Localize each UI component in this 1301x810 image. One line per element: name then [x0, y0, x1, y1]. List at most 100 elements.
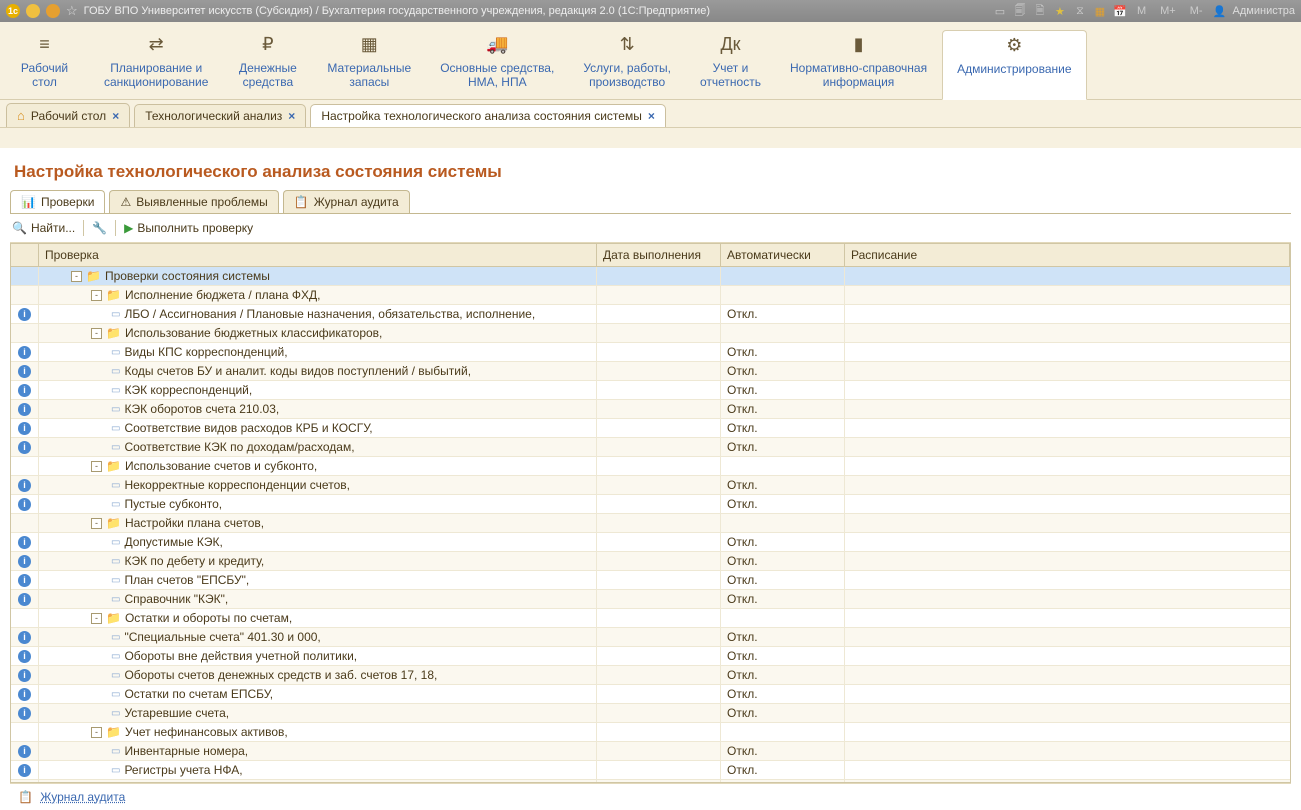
row-label: Использование бюджетных классификаторов, [125, 326, 382, 340]
expand-icon[interactable]: - [91, 328, 102, 339]
table-row[interactable]: i▭Соответствие видов расходов КРБ и КОСГ… [11, 419, 1290, 438]
grid-header-date[interactable]: Дата выполнения [597, 244, 721, 266]
nav-item-1[interactable]: ⇄Планирование исанкционирование [90, 30, 223, 99]
info-icon: i [18, 745, 31, 758]
table-row[interactable]: i▭Обороты счетов денежных средств и заб.… [11, 666, 1290, 685]
favorite-icon[interactable]: ★ [1053, 4, 1067, 18]
expand-icon[interactable]: - [91, 727, 102, 738]
audit-log-link[interactable]: Журнал аудита [40, 790, 125, 804]
nav-item-2[interactable]: ₽Денежныесредства [223, 30, 313, 99]
expand-icon[interactable]: - [91, 461, 102, 472]
audit-log-icon: 📋 [18, 790, 33, 804]
expand-icon[interactable]: - [91, 613, 102, 624]
nav-item-0[interactable]: ≡Рабочийстол [0, 30, 90, 99]
table-row[interactable]: i▭Некорректные корреспонденции счетов,От… [11, 476, 1290, 495]
table-row[interactable]: i▭Обороты вне действия учетной политики,… [11, 647, 1290, 666]
settings-icon[interactable]: 🔧 [92, 221, 107, 235]
table-row[interactable]: i▭План счетов "ЕПСБУ",Откл. [11, 571, 1290, 590]
memory-mplus-button[interactable]: M+ [1156, 5, 1180, 17]
row-label: Настройки плана счетов, [125, 516, 264, 530]
nav-item-7[interactable]: ▮Нормативно-справочнаяинформация [776, 30, 942, 99]
window-tab-2[interactable]: Настройка технологического анализа состо… [310, 104, 666, 127]
star-icon[interactable]: ☆ [66, 3, 78, 19]
memory-mminus-button[interactable]: M- [1186, 5, 1207, 17]
window-tab-label: Рабочий стол [31, 109, 106, 123]
window-tab-0[interactable]: ⌂Рабочий стол× [6, 103, 130, 127]
row-label-cell: -📁Учет нефинансовых активов, [39, 723, 597, 741]
nav-item-3[interactable]: ▦Материальныезапасы [313, 30, 426, 99]
row-date-cell [597, 666, 721, 684]
table-row[interactable]: -📁Учет нефинансовых активов, [11, 723, 1290, 742]
window-tab-label: Технологический анализ [145, 109, 282, 123]
table-row[interactable]: i▭КЭК по дебету и кредиту,Откл. [11, 552, 1290, 571]
nav-label: Администрирование [957, 62, 1071, 76]
table-row[interactable]: -📁 Использование бюджетных классификаторо… [11, 324, 1290, 343]
window-button-2[interactable] [46, 4, 60, 18]
info-icon: i [18, 422, 31, 435]
memory-m-button[interactable]: M [1133, 5, 1150, 17]
table-row[interactable]: i▭Остатки по счетам ЕПСБУ,Откл. [11, 685, 1290, 704]
expand-icon[interactable]: - [91, 290, 102, 301]
tool-icon-3[interactable]: 🗎 [1033, 4, 1047, 18]
close-icon[interactable]: × [288, 109, 295, 123]
close-icon[interactable]: × [648, 109, 655, 123]
table-row[interactable]: -📁Настройки плана счетов, [11, 514, 1290, 533]
row-label-cell: -📁Проверки состояния системы [39, 267, 597, 285]
table-row[interactable]: i▭Инвентарные номера,Откл. [11, 742, 1290, 761]
tool-icon-2[interactable]: 🗐 [1013, 4, 1027, 18]
grid-header-check[interactable]: Проверка [39, 244, 597, 266]
sub-tab-icon: 📋 [294, 195, 309, 209]
table-row[interactable]: -📁Остатки и обороты по счетам, [11, 609, 1290, 628]
row-auto-cell: Откл. [721, 761, 845, 779]
expand-icon[interactable]: - [71, 271, 82, 282]
checks-grid[interactable]: Проверка Дата выполнения Автоматически Р… [10, 243, 1291, 783]
nav-icon: ▦ [327, 34, 411, 55]
nav-item-5[interactable]: ⇅Услуги, работы,производство [569, 30, 686, 99]
folder-icon: 📁 [106, 326, 121, 340]
grid-header-schedule[interactable]: Расписание [845, 244, 1290, 266]
table-row[interactable]: i▭Соответствие КЭК по доходам/расходам,О… [11, 438, 1290, 457]
table-row[interactable]: i▭"Специальные счета" 401.30 и 000,Откл. [11, 628, 1290, 647]
expand-icon[interactable]: - [91, 518, 102, 529]
grid-body: -📁Проверки состояния системы-📁Исполнение… [11, 267, 1290, 783]
row-label: Остатки по счетам ЕПСБУ, [124, 687, 273, 701]
nav-item-6[interactable]: ДкУчет иотчетность [686, 30, 776, 99]
window-button-1[interactable] [26, 4, 40, 18]
grid-header-auto[interactable]: Автоматически [721, 244, 845, 266]
table-row[interactable]: i▭Допустимые КЭК,Откл. [11, 533, 1290, 552]
close-icon[interactable]: × [112, 109, 119, 123]
row-info-cell [11, 457, 39, 475]
table-row[interactable]: i▭Коды счетов БУ и аналит. коды видов по… [11, 362, 1290, 381]
sub-tab-0[interactable]: 📊Проверки [10, 190, 105, 213]
table-row[interactable]: -📁Использование счетов и субконто, [11, 457, 1290, 476]
table-row[interactable]: -📁Проверки состояния системы [11, 267, 1290, 286]
row-info-cell: i [11, 666, 39, 684]
row-info-cell: i [11, 761, 39, 779]
table-row[interactable]: i▭Устаревшие счета,Откл. [11, 704, 1290, 723]
table-row[interactable]: i▭Регистры учета НФА,Откл. [11, 761, 1290, 780]
sub-tab-2[interactable]: 📋Журнал аудита [283, 190, 410, 213]
window-tab-1[interactable]: Технологический анализ × [134, 104, 306, 127]
table-row[interactable]: i▭Справочник "КЭК",Откл. [11, 590, 1290, 609]
row-label: КЭК по дебету и кредиту, [124, 554, 264, 568]
table-row[interactable]: i▭ЛБО / Ассигнования / Плановые назначен… [11, 305, 1290, 324]
row-date-cell [597, 761, 721, 779]
calc-icon[interactable]: ▦ [1093, 4, 1107, 18]
nav-item-4[interactable]: 🚚Основные средства,НМА, НПА [426, 30, 569, 99]
row-info-cell [11, 324, 39, 342]
row-label: Виды КПС корреспонденций, [124, 345, 287, 359]
table-row[interactable]: i▭Пустые субконто,Откл. [11, 495, 1290, 514]
row-date-cell [597, 457, 721, 475]
table-row[interactable]: i▭КЭК оборотов счета 210.03,Откл. [11, 400, 1290, 419]
sub-tab-1[interactable]: ⚠Выявленные проблемы [109, 190, 278, 213]
table-row[interactable]: i▭Виды КПС корреспонденций,Откл. [11, 343, 1290, 362]
tool-icon-1[interactable]: ▭ [993, 4, 1007, 18]
row-label: План счетов "ЕПСБУ", [124, 573, 249, 587]
table-row[interactable]: i▭КЭК корреспонденций,Откл. [11, 381, 1290, 400]
calendar-icon[interactable]: 📅 [1113, 4, 1127, 18]
find-button[interactable]: 🔍 Найти... [12, 221, 75, 235]
run-check-button[interactable]: ▶ Выполнить проверку [124, 221, 253, 235]
nav-item-8[interactable]: ⚙Администрирование [942, 30, 1086, 100]
history-icon[interactable]: ⧖ [1073, 4, 1087, 18]
table-row[interactable]: -📁Исполнение бюджета / плана ФХД, [11, 286, 1290, 305]
